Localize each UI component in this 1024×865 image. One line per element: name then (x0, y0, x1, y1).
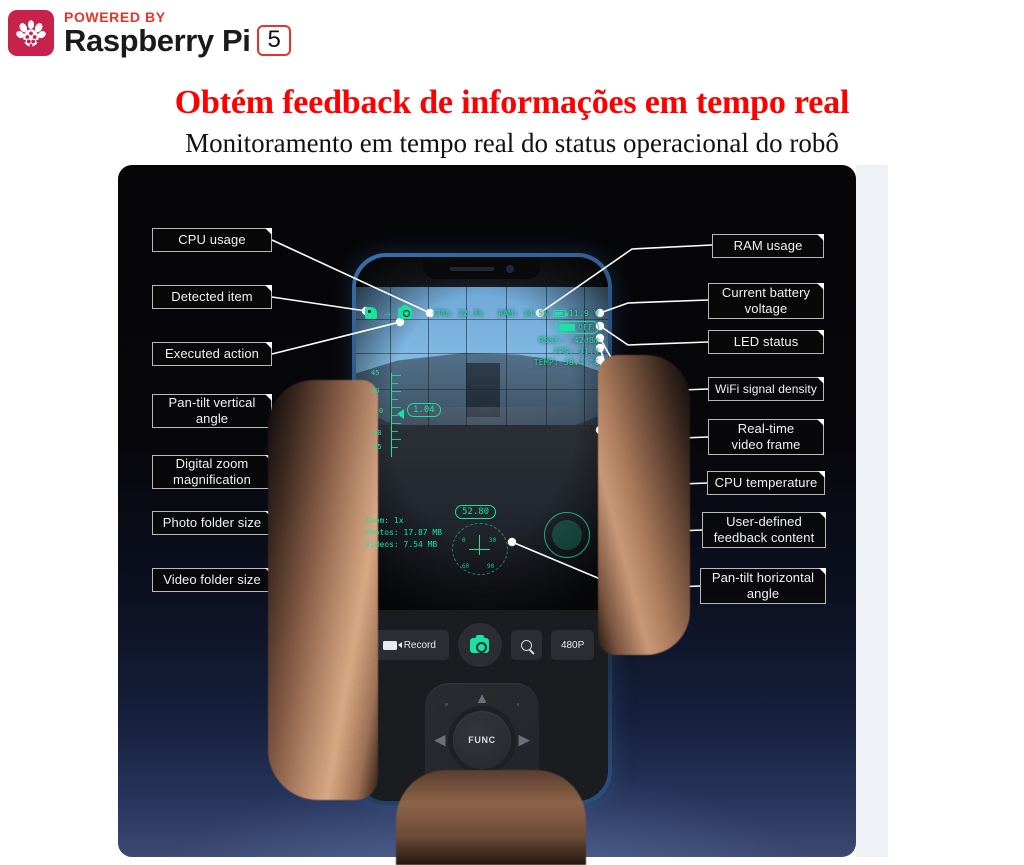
hud-fps: FPS: 31.8 (553, 347, 599, 356)
hud-led-status[interactable]: OFF (554, 321, 599, 334)
capture-button-row: Record 480P (369, 623, 595, 667)
callout-detected-item: Detected item (152, 285, 272, 309)
compass-tick-label: 0 (462, 537, 466, 544)
record-button[interactable]: Record (369, 630, 449, 660)
hud-led-value: OFF (577, 323, 593, 332)
callout-executed-action: Executed action (152, 342, 272, 366)
arrow-right-icon: → (382, 306, 393, 319)
page-title: Obtém feedback de informações em tempo r… (174, 84, 850, 121)
shutter-button[interactable] (457, 623, 502, 667)
product-name: Raspberry Pi (64, 23, 251, 59)
panel-right-margin (856, 165, 888, 857)
compass-tick-label: 90 (487, 563, 495, 570)
hud-wifi-rssi: RSSI: -42dBm (538, 336, 599, 345)
page-subtitle: Monitoramento em tempo real do status op… (185, 128, 839, 158)
callout-realtime-video-frame: Real-time video frame (708, 419, 824, 455)
hud-cpu-temperature: TEMP: 38.4 °C (533, 358, 599, 367)
callout-cpu-usage: CPU usage (152, 228, 272, 252)
magnifier-icon (520, 639, 532, 651)
hud-pan-tilt-horizontal-dial: 52.80 0 30 60 90 (442, 505, 520, 577)
earpiece-speaker (450, 267, 494, 271)
phone-notch (423, 259, 541, 279)
hud-shutter-ring-inner (552, 520, 582, 550)
callout-digital-zoom-magnification: Digital zoom magnification (152, 455, 272, 489)
callout-wifi-signal-density: WiFi signal density (708, 377, 824, 401)
compass-crosshair-vertical (479, 535, 480, 555)
callout-pan-tilt-horizontal-angle: Pan-tilt horizontal angle (700, 568, 826, 604)
vscale-tick-label: 30 (371, 387, 380, 395)
vscale-tick-label: -30 (369, 429, 382, 437)
hud-voltage-value: 11.9 V (568, 309, 599, 318)
hud-ram-usage: RAM: 14.5% (498, 309, 549, 318)
chevron-left-icon[interactable]: ◀ (434, 733, 446, 748)
video-camera-icon (382, 640, 402, 650)
battery-icon (552, 310, 568, 317)
camera-icon (470, 634, 490, 653)
func-button[interactable]: FUNC (453, 711, 511, 769)
compass-crosshair-horizontal (469, 549, 490, 550)
phone-screen: → CPU: 22.3% RAM: 14.5% 11.9 V OFF RSSI:… (356, 257, 608, 801)
vscale-tick-label: 0 (379, 407, 384, 415)
hud-shutter-ring[interactable] (544, 512, 590, 558)
hud-top-left-icons: → (365, 305, 412, 319)
left-hand (268, 380, 378, 800)
callout-user-defined-feedback-content: User-defined feedback content (702, 512, 826, 548)
camera-icon (398, 305, 412, 319)
front-camera-icon (506, 265, 514, 273)
callout-cpu-temperature: CPU temperature (707, 471, 825, 495)
resolution-button[interactable]: 480P (550, 630, 595, 660)
smartphone-device: → CPU: 22.3% RAM: 14.5% 11.9 V OFF RSSI:… (352, 253, 612, 805)
compass-tick-label: 60 (462, 563, 470, 570)
hud-cpu-usage: CPU: 22.3% (433, 309, 484, 318)
hud-storage-stats: Zoom: 1x Photos: 17.87 MB Videos: 7.54 M… (365, 515, 442, 551)
zoom-button[interactable] (510, 630, 542, 660)
hud-photos-size: Photos: 17.87 MB (365, 528, 443, 537)
record-button-label: Record (403, 639, 436, 651)
hud-videos-size: Videos: 7.54 MB (365, 540, 438, 549)
hud-zoom-value: Zoom: 1x (365, 516, 404, 525)
led-icon (558, 324, 575, 331)
hud-pan-tilt-vertical-scale: 45 30 0 -30 -45 1.04 (369, 369, 443, 461)
callout-current-battery-voltage: Current battery voltage (708, 283, 824, 319)
compass-tick-label: 30 (489, 537, 497, 544)
raspberry-pi-icon (8, 10, 54, 57)
vertical-angle-value: 1.04 (407, 403, 441, 417)
chevron-up-icon[interactable]: ▲ (475, 691, 490, 706)
vscale-tick-label: -45 (369, 443, 382, 451)
raspberry-pi-branding: POWERED BY Raspberry Pi 5 (8, 9, 291, 59)
tag-icon (365, 307, 377, 319)
horizontal-angle-value: 52.80 (455, 505, 497, 519)
right-hand (598, 355, 690, 655)
hud-battery-voltage: 11.9 V (552, 309, 599, 318)
callout-video-folder-size: Video folder size (152, 568, 272, 592)
powered-by-label: POWERED BY (64, 9, 166, 25)
callout-led-status: LED status (708, 330, 824, 354)
callout-photo-folder-size: Photo folder size (152, 511, 272, 535)
product-version-badge: 5 (257, 25, 291, 57)
callout-pan-tilt-vertical-angle: Pan-tilt vertical angle (152, 394, 272, 428)
callout-ram-usage: RAM usage (712, 234, 824, 258)
vertical-angle-pointer (397, 409, 404, 419)
wrist (396, 770, 586, 865)
hud-cpu-ram: CPU: 22.3% RAM: 14.5% (433, 309, 548, 318)
vscale-tick-label: 45 (371, 369, 380, 377)
chevron-right-icon[interactable]: ▶ (518, 733, 530, 748)
